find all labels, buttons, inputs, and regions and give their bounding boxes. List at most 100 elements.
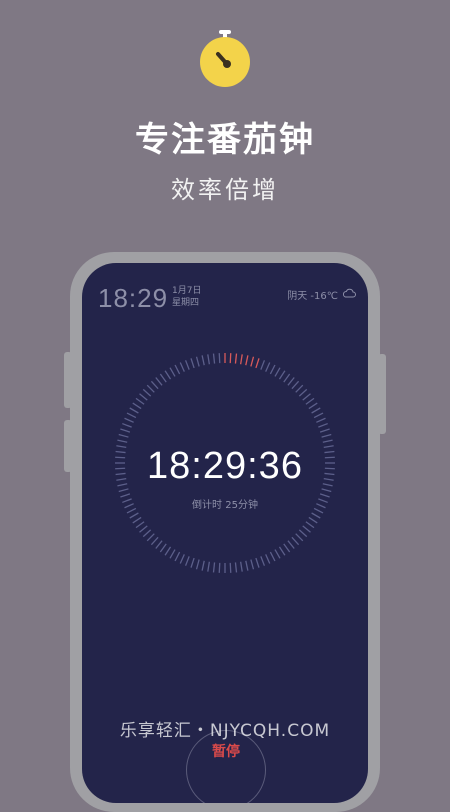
ring-tick	[201, 355, 205, 366]
phone-volume-up-button	[64, 352, 72, 408]
ring-tick	[212, 562, 216, 573]
watermark: 乐享轻汇・NJYCQH.COM	[119, 721, 331, 741]
ring-tick	[164, 546, 172, 556]
ring-tick	[118, 433, 129, 438]
ring-tick	[287, 377, 295, 386]
ring-tick	[321, 488, 332, 493]
ring-tick	[298, 388, 308, 397]
ring-tick	[146, 533, 155, 542]
ring-tick	[229, 353, 232, 364]
ring-tick	[179, 554, 185, 564]
ring-tick	[179, 362, 185, 372]
pause-button-label: 暂停	[212, 744, 240, 760]
ring-tick	[319, 428, 330, 433]
ring-tick	[120, 428, 131, 433]
ring-tick	[169, 549, 176, 559]
ring-tick	[118, 488, 129, 493]
ring-tick	[132, 402, 142, 410]
phone-volume-down-button	[64, 420, 72, 472]
ring-tick	[117, 439, 128, 443]
ring-tick	[255, 358, 260, 369]
ring-tick	[129, 512, 139, 519]
ring-tick	[184, 556, 190, 566]
ring-tick	[269, 364, 276, 375]
ring-tick	[135, 397, 145, 405]
ring-tick	[287, 540, 295, 549]
ring-tick	[122, 422, 132, 428]
ring-tick	[245, 355, 249, 366]
ring-tick	[311, 407, 321, 414]
ring-tick	[322, 439, 333, 443]
ring-tick	[201, 560, 205, 571]
ring-tick	[283, 373, 291, 383]
ring-tick	[269, 551, 276, 562]
ring-tick	[302, 525, 311, 533]
ring-tick	[311, 512, 321, 519]
ring-tick	[139, 393, 148, 401]
headline: 专注番茄钟	[135, 120, 315, 160]
status-date-day: 1月7日	[172, 286, 202, 296]
ring-tick	[234, 562, 238, 573]
ring-tick	[142, 529, 152, 538]
ring-tick	[155, 377, 163, 386]
ring-tick	[295, 384, 304, 393]
ring-tick	[135, 521, 145, 529]
ring-tick	[283, 543, 291, 553]
status-date-weekday: 星期四	[172, 298, 200, 308]
ring-tick	[159, 543, 167, 553]
status-date: 1月7日 星期四	[172, 285, 201, 309]
ring-tick	[291, 380, 300, 390]
ring-tick	[126, 412, 137, 419]
ring-tick	[313, 412, 324, 419]
ring-tick	[190, 358, 195, 369]
ring-tick	[308, 516, 318, 524]
ring-tick	[132, 516, 142, 524]
ring-tick	[195, 356, 200, 367]
ring-tick	[295, 533, 304, 542]
ring-tick	[240, 354, 243, 365]
ring-tick	[150, 380, 159, 390]
ring-tick	[305, 397, 315, 405]
ring-tick	[195, 559, 200, 570]
ring-tick	[218, 353, 221, 364]
ring-tick	[150, 536, 159, 546]
ring-tick	[184, 360, 190, 370]
ring-tick	[274, 549, 281, 559]
cloud-icon	[342, 288, 356, 301]
ring-tick	[278, 546, 286, 556]
stopwatch-icon	[198, 28, 252, 88]
timer-display: 18:29:36	[147, 445, 303, 487]
ring-tick	[316, 417, 326, 423]
ring-tick	[291, 536, 300, 546]
ring-tick	[124, 417, 134, 423]
ring-tick	[305, 521, 315, 529]
ring-tick	[129, 407, 139, 414]
weather-text: 阴天 -16℃	[287, 291, 338, 302]
ring-tick	[250, 559, 255, 570]
ring-tick	[212, 353, 216, 364]
ring-tick	[234, 353, 238, 364]
ring-tick	[260, 556, 266, 566]
ring-tick	[159, 373, 167, 383]
ring-tick	[229, 562, 232, 573]
ring-tick	[298, 529, 308, 538]
weather-status: 阴天 -16℃	[287, 287, 356, 302]
ring-tick	[260, 360, 266, 370]
ring-tick	[255, 557, 260, 568]
phone-power-button	[378, 354, 386, 434]
ring-tick	[207, 354, 210, 365]
ring-tick	[142, 388, 152, 397]
ring-tick	[278, 370, 286, 380]
ring-tick	[245, 560, 249, 571]
ring-tick	[174, 551, 181, 562]
ring-tick	[318, 422, 328, 428]
ring-tick	[321, 433, 332, 438]
ring-tick	[240, 561, 243, 572]
ring-tick	[207, 561, 210, 572]
ring-tick	[265, 554, 271, 564]
ring-tick	[146, 384, 155, 393]
ring-tick	[308, 402, 318, 410]
subline: 效率倍增	[171, 176, 279, 204]
ring-tick	[155, 540, 163, 549]
ring-tick	[174, 364, 181, 375]
